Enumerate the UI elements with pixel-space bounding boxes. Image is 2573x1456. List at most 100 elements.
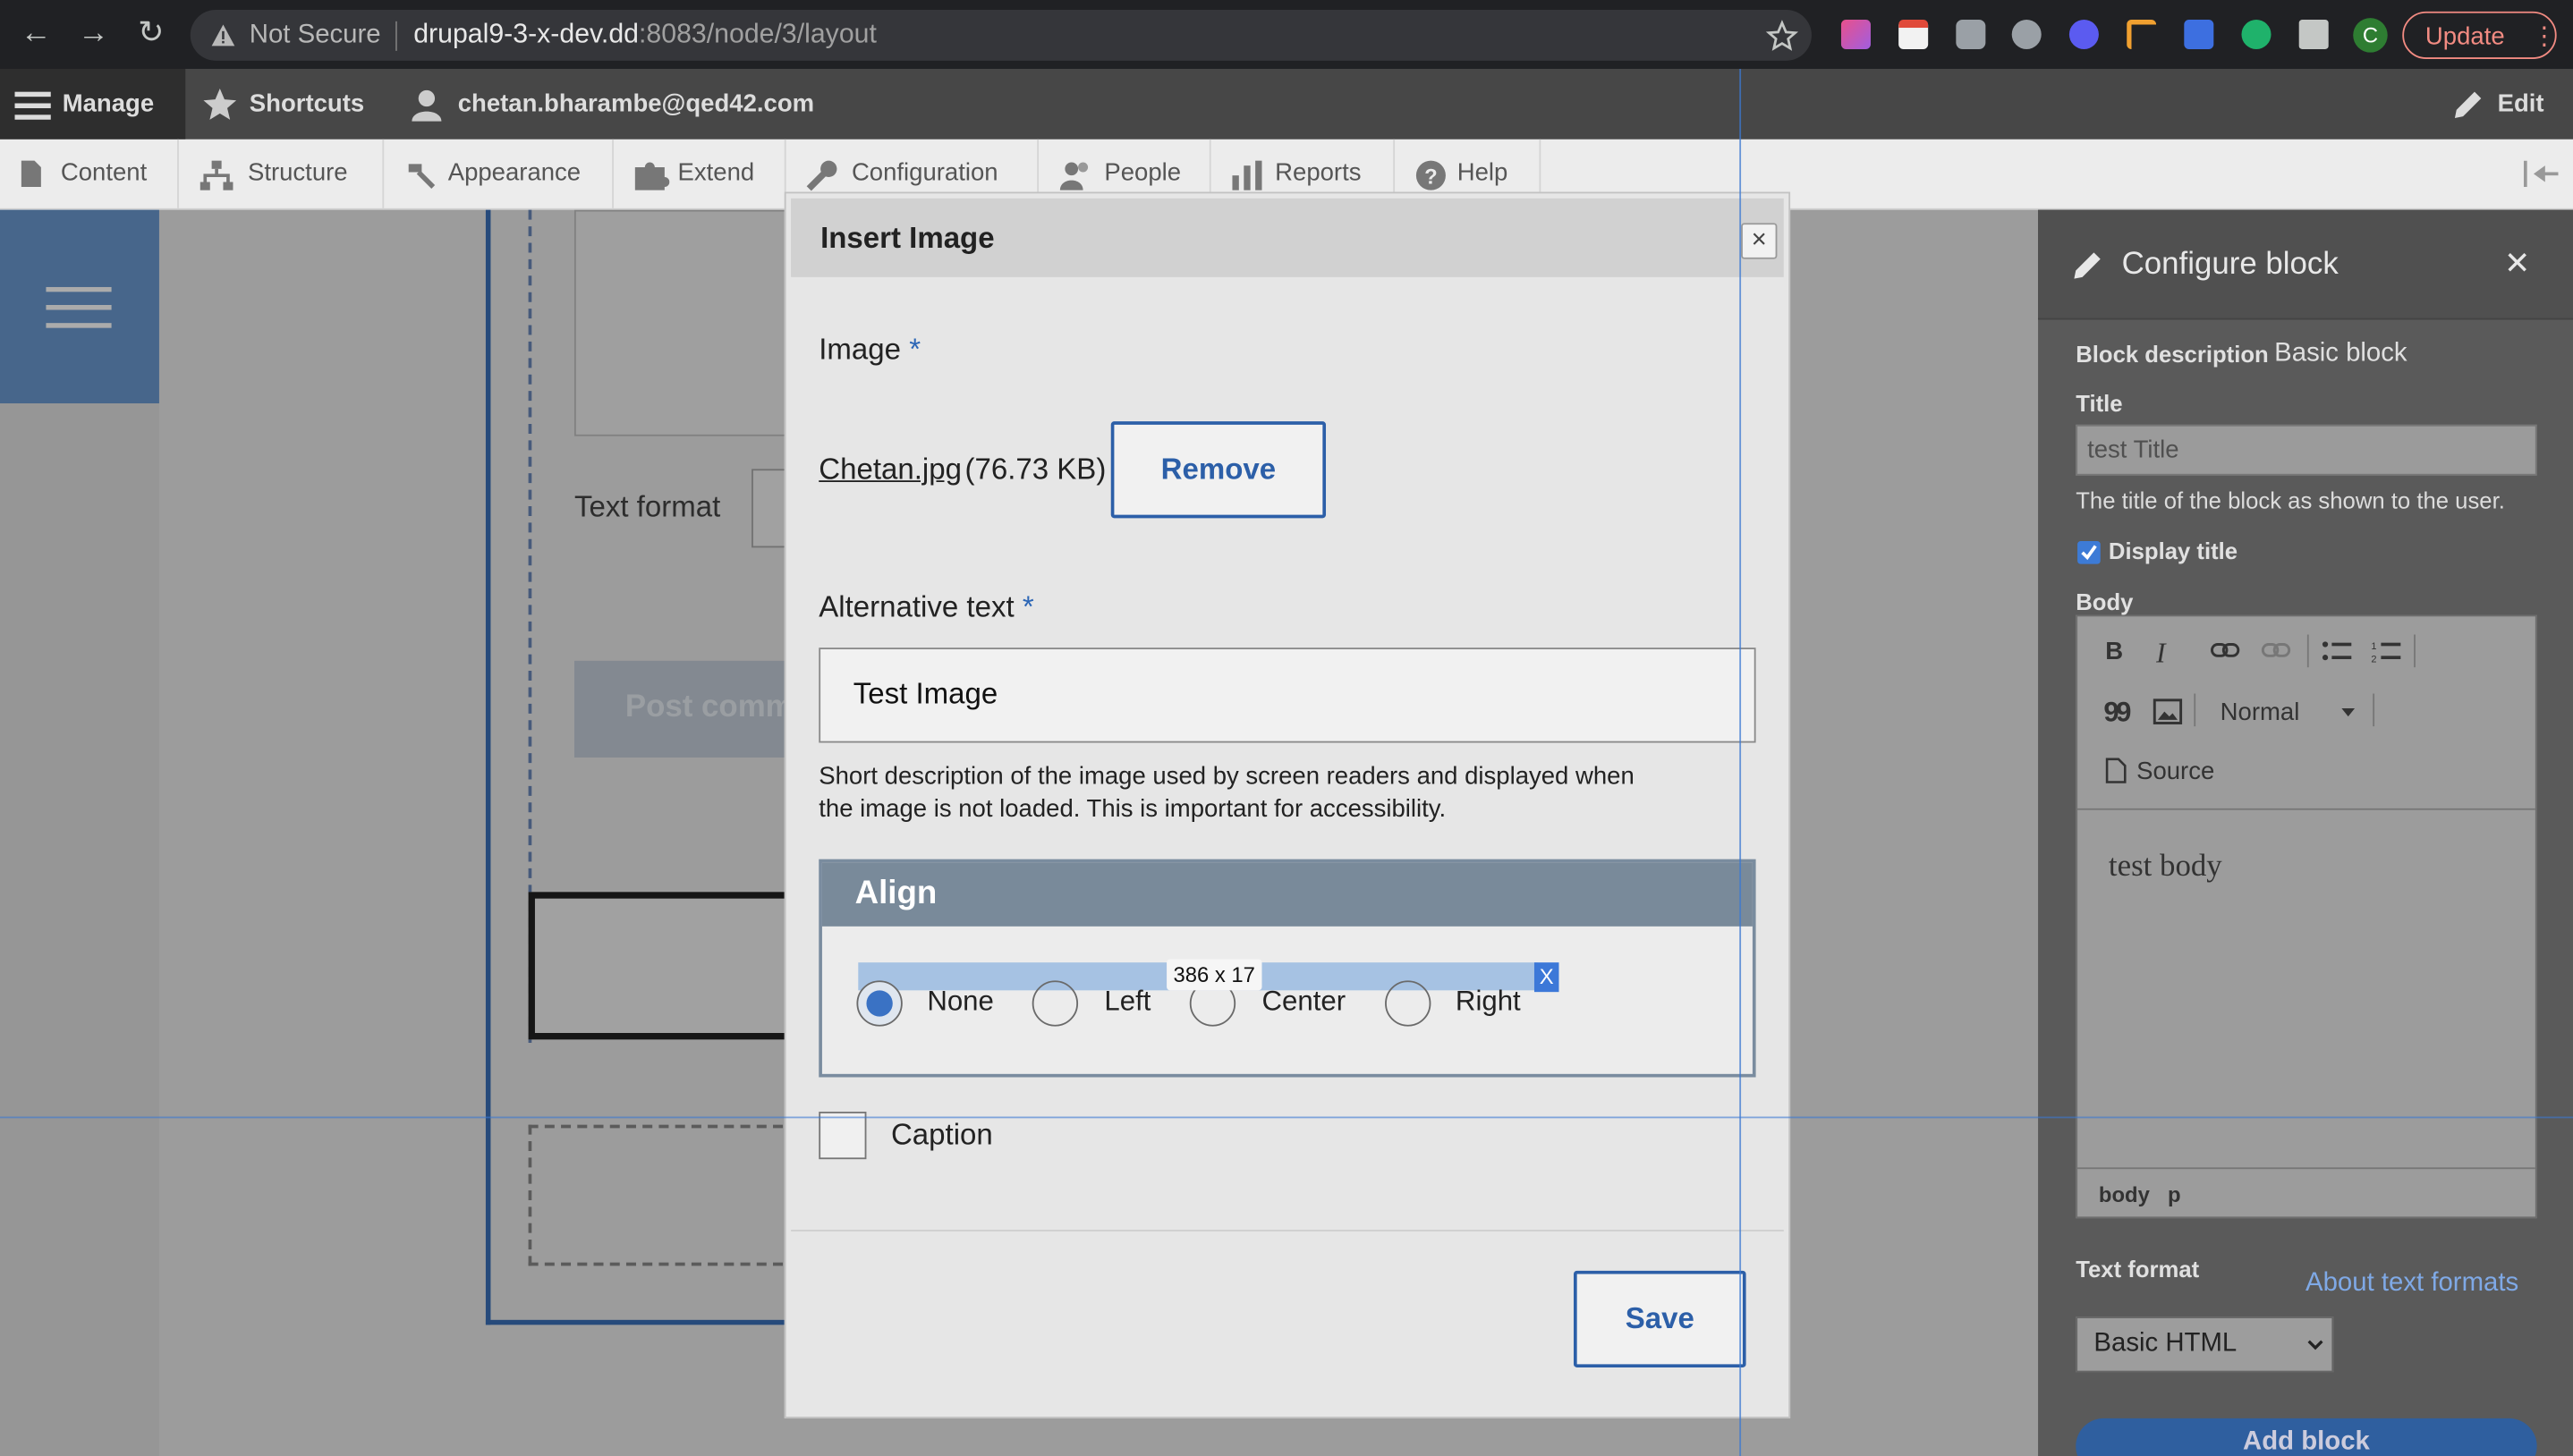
hammer-icon bbox=[408, 164, 436, 189]
toolbar-divider bbox=[2414, 634, 2416, 668]
unlink-icon[interactable] bbox=[2261, 641, 2291, 661]
required-marker: * bbox=[1022, 589, 1034, 623]
blockquote-button[interactable]: 99 bbox=[2103, 697, 2131, 730]
profile-avatar[interactable]: C bbox=[2353, 18, 2388, 53]
collapse-tray-icon[interactable] bbox=[2522, 160, 2559, 187]
svg-text:1: 1 bbox=[2371, 641, 2376, 652]
dialog-title-bar: Insert Image × bbox=[791, 198, 1784, 277]
source-button[interactable]: Source bbox=[2136, 758, 2214, 785]
caption-checkbox[interactable] bbox=[819, 1111, 867, 1160]
edit-toggle[interactable]: Edit bbox=[2498, 90, 2544, 118]
display-title-checkbox[interactable] bbox=[2077, 540, 2101, 564]
puzzle-extensions-icon[interactable] bbox=[2298, 19, 2329, 49]
url-host: drupal9-3-x-dev.dd bbox=[413, 19, 640, 49]
kebab-menu-icon: ⋮ bbox=[2532, 22, 2557, 51]
snowflake-extension-icon[interactable] bbox=[2068, 19, 2099, 49]
title-label: Title bbox=[2076, 390, 2123, 417]
help-icon: ? bbox=[1415, 160, 1446, 190]
tray-label: People bbox=[1104, 158, 1182, 187]
align-radio-right[interactable] bbox=[1385, 980, 1431, 1027]
editor-footer-border bbox=[2077, 1167, 2535, 1170]
measure-tooltip: 386 x 17 bbox=[1167, 959, 1262, 991]
update-label: Update bbox=[2424, 22, 2505, 51]
file-link[interactable]: Chetan.jpg bbox=[819, 453, 962, 487]
remove-button[interactable]: Remove bbox=[1110, 421, 1327, 519]
close-icon[interactable]: ✕ bbox=[2504, 246, 2530, 284]
caption-label: Caption bbox=[890, 1118, 993, 1151]
reload-icon[interactable]: ↻ bbox=[130, 13, 173, 56]
calendar-extension-icon[interactable] bbox=[1898, 19, 1929, 49]
url-path: :8083/node/3/layout bbox=[639, 19, 877, 49]
chevron-down-icon bbox=[2341, 707, 2356, 717]
back-icon[interactable]: ← bbox=[15, 13, 58, 56]
format-select[interactable]: Normal bbox=[2205, 693, 2361, 729]
measure-close-button[interactable]: X bbox=[1533, 962, 1559, 993]
pencil-icon bbox=[2074, 252, 2101, 279]
wordpress-extension-icon[interactable] bbox=[2011, 19, 2042, 49]
add-block-button[interactable]: Add block bbox=[2076, 1418, 2537, 1456]
element-path-body[interactable]: body bbox=[2099, 1182, 2150, 1207]
warning-icon bbox=[211, 24, 235, 47]
toolbar-divider bbox=[2306, 634, 2309, 668]
text-format-value: Basic HTML bbox=[2093, 1329, 2238, 1358]
forward-icon[interactable]: → bbox=[72, 13, 115, 56]
save-button[interactable]: Save bbox=[1573, 1270, 1746, 1367]
grammarly-extension-icon[interactable] bbox=[2241, 19, 2272, 49]
italic-button[interactable]: I bbox=[2156, 638, 2165, 671]
align-radio-none[interactable] bbox=[856, 980, 903, 1027]
vertical-guide-line bbox=[1739, 68, 1742, 1456]
display-title-label: Display title bbox=[2108, 538, 2238, 564]
admin-toolbar: Manage Shortcuts chetan.bharambe@qed42.c… bbox=[0, 68, 2573, 140]
browser-chrome: ← → ↻ Not Secure drupal9-3-x-dev.dd:8083… bbox=[0, 0, 2573, 69]
format-select-value: Normal bbox=[2220, 698, 2300, 727]
align-label-left: Left bbox=[1104, 985, 1151, 1017]
extension-icon[interactable] bbox=[1840, 19, 1871, 49]
bold-button[interactable]: B bbox=[2105, 638, 2123, 665]
element-path-p[interactable]: p bbox=[2168, 1182, 2181, 1207]
screen-extension-icon[interactable] bbox=[2184, 19, 2214, 49]
align-radio-left[interactable] bbox=[1032, 980, 1079, 1027]
insert-image-dialog: Insert Image × Image * Chetan.jpg (76.73… bbox=[784, 191, 1791, 1418]
camera-extension-icon[interactable] bbox=[1956, 19, 1986, 49]
toolbar-divider bbox=[2373, 693, 2375, 727]
update-button[interactable]: Update ⋮ bbox=[2402, 11, 2557, 59]
tray-label: Extend bbox=[677, 158, 755, 187]
close-icon[interactable]: × bbox=[1741, 223, 1778, 259]
block-description-value: Basic block bbox=[2274, 339, 2407, 368]
align-label-center: Center bbox=[1261, 985, 1346, 1017]
user-link[interactable]: chetan.bharambe@qed42.com bbox=[458, 90, 814, 118]
tray-label: Help bbox=[1456, 158, 1508, 187]
align-label-right: Right bbox=[1455, 985, 1521, 1017]
numbered-list-icon[interactable]: 12 bbox=[2371, 639, 2401, 665]
radio-dot bbox=[866, 990, 893, 1017]
editor-toolbar-border bbox=[2077, 808, 2535, 810]
bookmark-star-icon[interactable] bbox=[1765, 20, 1799, 53]
dialog-button-divider bbox=[791, 1229, 1784, 1232]
toolbar-divider bbox=[2194, 693, 2196, 727]
alt-text-label: Alternative text * bbox=[819, 590, 1033, 625]
puzzle-icon bbox=[634, 162, 670, 190]
ruler-extension-icon[interactable] bbox=[2127, 19, 2157, 49]
tray-item-appearance[interactable]: Appearance bbox=[384, 139, 614, 208]
bar-chart-icon bbox=[1232, 160, 1262, 190]
alt-text-input[interactable]: Test Image bbox=[819, 648, 1756, 743]
manage-tab[interactable]: Manage bbox=[0, 68, 186, 140]
tray-item-structure[interactable]: Structure bbox=[179, 139, 385, 208]
text-format-select[interactable]: Basic HTML bbox=[2076, 1316, 2334, 1373]
about-text-formats-link[interactable]: About text formats bbox=[2306, 1269, 2518, 1299]
dialog-title: Insert Image bbox=[820, 221, 995, 255]
tray-item-extend[interactable]: Extend bbox=[614, 139, 786, 208]
image-icon[interactable] bbox=[2153, 698, 2183, 724]
address-bar[interactable]: Not Secure drupal9-3-x-dev.dd:8083/node/… bbox=[190, 9, 1812, 61]
svg-text:2: 2 bbox=[2371, 655, 2376, 665]
alt-text-label-text: Alternative text bbox=[819, 589, 1015, 623]
shortcuts-link[interactable]: Shortcuts bbox=[250, 90, 364, 118]
url-text[interactable]: drupal9-3-x-dev.dd:8083/node/3/layout bbox=[413, 20, 877, 51]
tray-item-content[interactable]: Content bbox=[0, 139, 179, 208]
editor-content[interactable]: test body bbox=[2109, 850, 2222, 885]
align-legend: Align bbox=[821, 862, 1753, 927]
bullet-list-icon[interactable] bbox=[2322, 639, 2352, 665]
title-input[interactable]: test Title bbox=[2076, 424, 2537, 476]
image-label: Image * bbox=[819, 333, 921, 368]
link-icon[interactable] bbox=[2211, 641, 2240, 661]
